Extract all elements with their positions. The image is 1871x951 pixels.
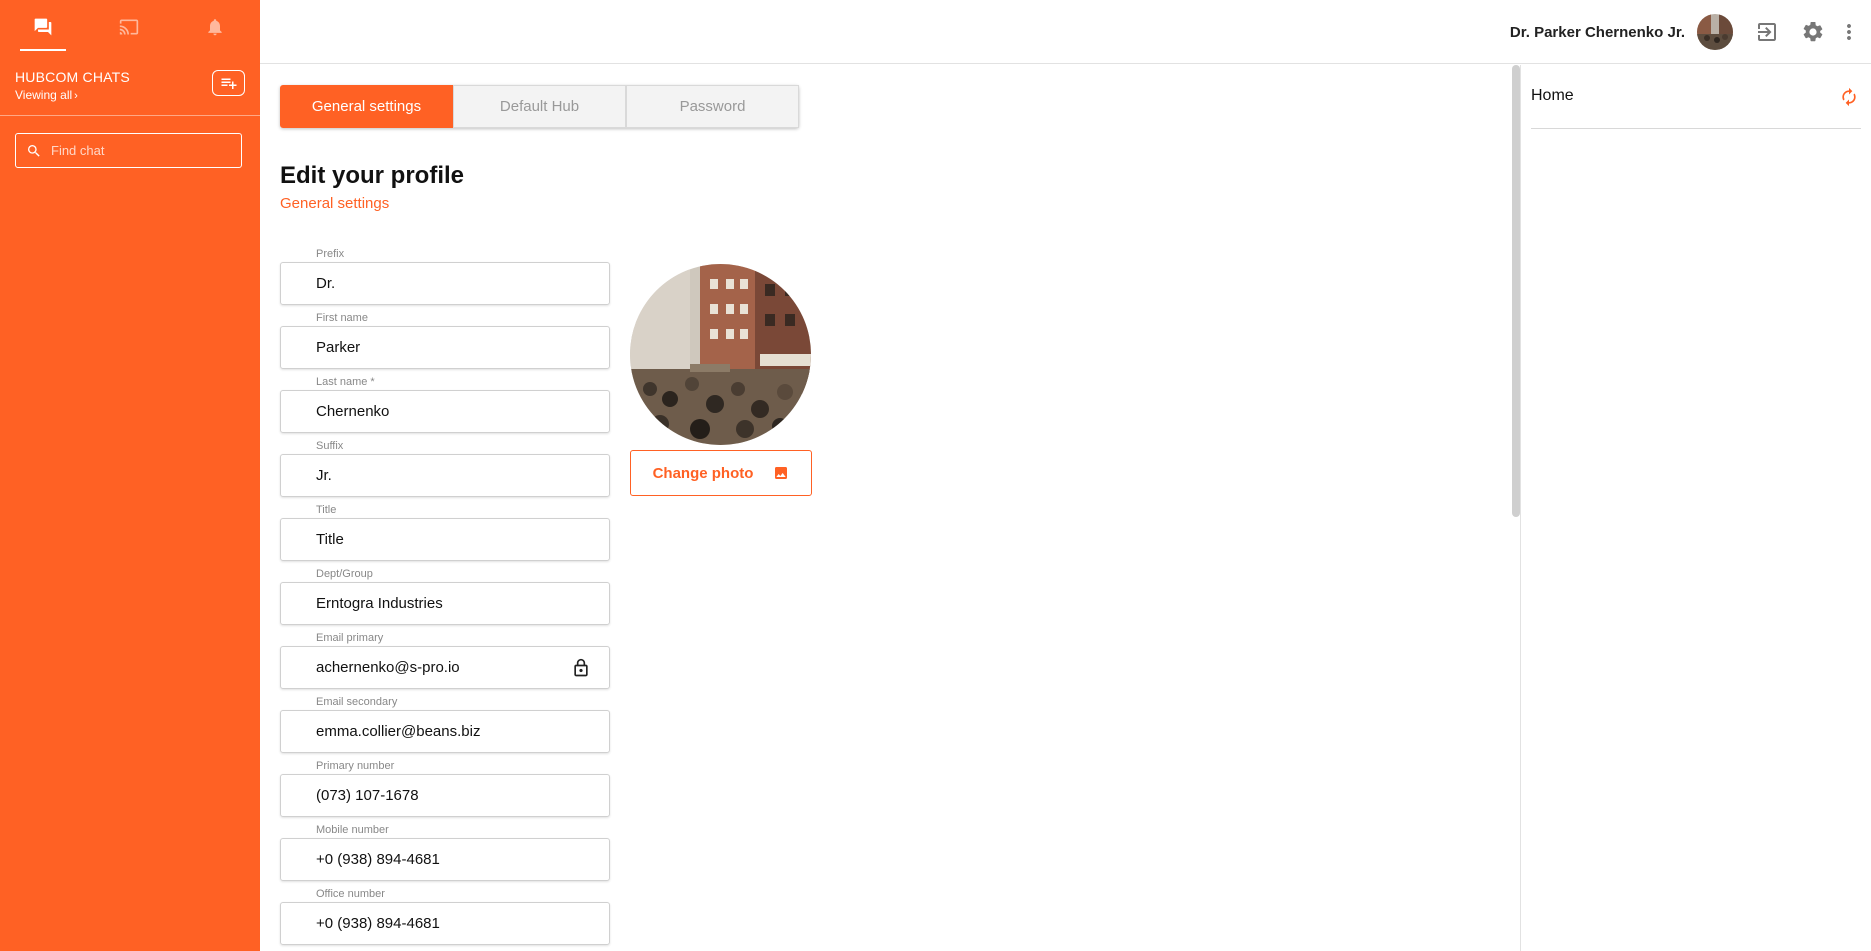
suffix-input[interactable] — [316, 467, 566, 484]
logout-icon — [1758, 23, 1776, 41]
prefix-box — [280, 262, 610, 305]
avatar-photo — [1697, 14, 1733, 50]
change-photo-label: Change photo — [652, 464, 754, 482]
avatar[interactable] — [1697, 14, 1733, 50]
tab-notifications[interactable] — [172, 0, 258, 53]
sidebar: HUBCOM CHATS Viewing all › — [0, 0, 260, 951]
first-name-box — [280, 326, 610, 369]
office-number-field: Office number — [280, 888, 610, 945]
settings-button[interactable] — [1801, 20, 1825, 44]
first-name-field: First name — [280, 312, 610, 369]
primary-number-input[interactable] — [316, 787, 566, 804]
search-input[interactable] — [51, 143, 231, 158]
prefix-input[interactable] — [316, 275, 566, 292]
office-number-input[interactable] — [316, 915, 566, 932]
user-name: Dr. Parker Chernenko Jr. — [1509, 24, 1685, 41]
primary-number-field: Primary number — [280, 760, 610, 817]
title-input[interactable] — [316, 531, 566, 548]
logout-button[interactable] — [1755, 20, 1779, 44]
chats-header: HUBCOM CHATS Viewing all › — [0, 53, 260, 116]
page-subtitle: General settings — [280, 195, 390, 212]
mobile-number-label: Mobile number — [316, 824, 389, 836]
profile-photo-image — [630, 264, 811, 445]
primary-number-box — [280, 774, 610, 817]
title-field: Title — [280, 504, 610, 561]
search-icon — [28, 144, 40, 157]
viewing-label: Viewing all — [15, 88, 73, 102]
app-root: HUBCOM CHATS Viewing all› Dr. Parker Che… — [0, 0, 1871, 951]
change-photo-button[interactable]: Change photo — [630, 450, 812, 496]
mobile-number-field: Mobile number — [280, 824, 610, 881]
dept-group-field: Dept/Group — [280, 568, 610, 625]
gear-icon — [1803, 21, 1823, 42]
right-panel-title: Home — [1531, 87, 1574, 104]
top-bar: Dr. Parker Chernenko Jr. — [260, 0, 1871, 64]
prefix-label: Prefix — [316, 248, 345, 260]
last-name-field: Last name * — [280, 376, 610, 433]
suffix-field: Suffix — [280, 440, 610, 497]
bell-icon — [208, 18, 222, 35]
last-name-input[interactable] — [316, 403, 566, 420]
email-secondary-field: Email secondary — [280, 696, 610, 753]
email-secondary-label: Email secondary — [316, 696, 398, 708]
email-secondary-input[interactable] — [316, 723, 566, 740]
tab-default-hub[interactable]: Default Hub — [453, 85, 626, 128]
office-number-box — [280, 902, 610, 945]
right-panel-header: Home — [1531, 65, 1861, 129]
tab-broadcast[interactable] — [86, 0, 172, 53]
dept-group-box — [280, 582, 610, 625]
suffix-label: Suffix — [316, 440, 344, 452]
first-name-input[interactable] — [316, 339, 566, 356]
tab-chats[interactable] — [0, 0, 86, 53]
profile-photo — [630, 264, 811, 445]
email-primary-label: Email primary — [316, 632, 384, 644]
email-secondary-box — [280, 710, 610, 753]
mobile-number-input[interactable] — [316, 851, 566, 868]
page-title: Edit your profile — [280, 162, 465, 189]
sidebar-tabs — [0, 0, 260, 53]
profile-settings: General settings Default Hub Password Ed… — [260, 65, 1512, 951]
cast-icon — [119, 19, 139, 34]
title-label: Title — [316, 504, 337, 516]
new-chat-button[interactable] — [212, 70, 245, 96]
settings-tabs: General settings Default Hub Password — [280, 85, 799, 128]
right-panel: Home — [1520, 65, 1871, 951]
last-name-label: Last name * — [316, 376, 375, 388]
email-primary-input — [316, 659, 566, 676]
email-primary-field: Email primary — [280, 632, 610, 689]
primary-number-label: Primary number — [316, 760, 395, 772]
refresh-button[interactable] — [1839, 87, 1859, 107]
dept-group-label: Dept/Group — [316, 568, 373, 580]
chats-title: HUBCOM CHATS — [15, 69, 130, 85]
more-menu-button[interactable] — [1837, 20, 1861, 44]
search-box — [15, 133, 242, 168]
last-name-box — [280, 390, 610, 433]
more-vertical-icon — [1847, 24, 1851, 40]
refresh-icon — [1842, 87, 1856, 107]
first-name-label: First name — [316, 312, 368, 324]
playlist-add-icon — [221, 78, 236, 89]
main-scrollbar[interactable] — [1512, 65, 1520, 517]
mobile-number-box — [280, 838, 610, 881]
dept-group-input[interactable] — [316, 595, 566, 612]
viewing-filter[interactable]: Viewing all › — [15, 88, 245, 102]
chevron-right-icon: › — [74, 90, 78, 102]
tab-general-settings[interactable]: General settings — [280, 85, 453, 128]
email-primary-box — [280, 646, 610, 689]
title-box — [280, 518, 610, 561]
image-icon — [775, 467, 788, 479]
prefix-field: Prefix — [280, 248, 610, 305]
office-number-label: Office number — [316, 888, 385, 900]
chat-icon — [34, 18, 52, 35]
suffix-box — [280, 454, 610, 497]
tab-password[interactable]: Password — [626, 85, 799, 128]
lock-icon — [571, 657, 591, 679]
